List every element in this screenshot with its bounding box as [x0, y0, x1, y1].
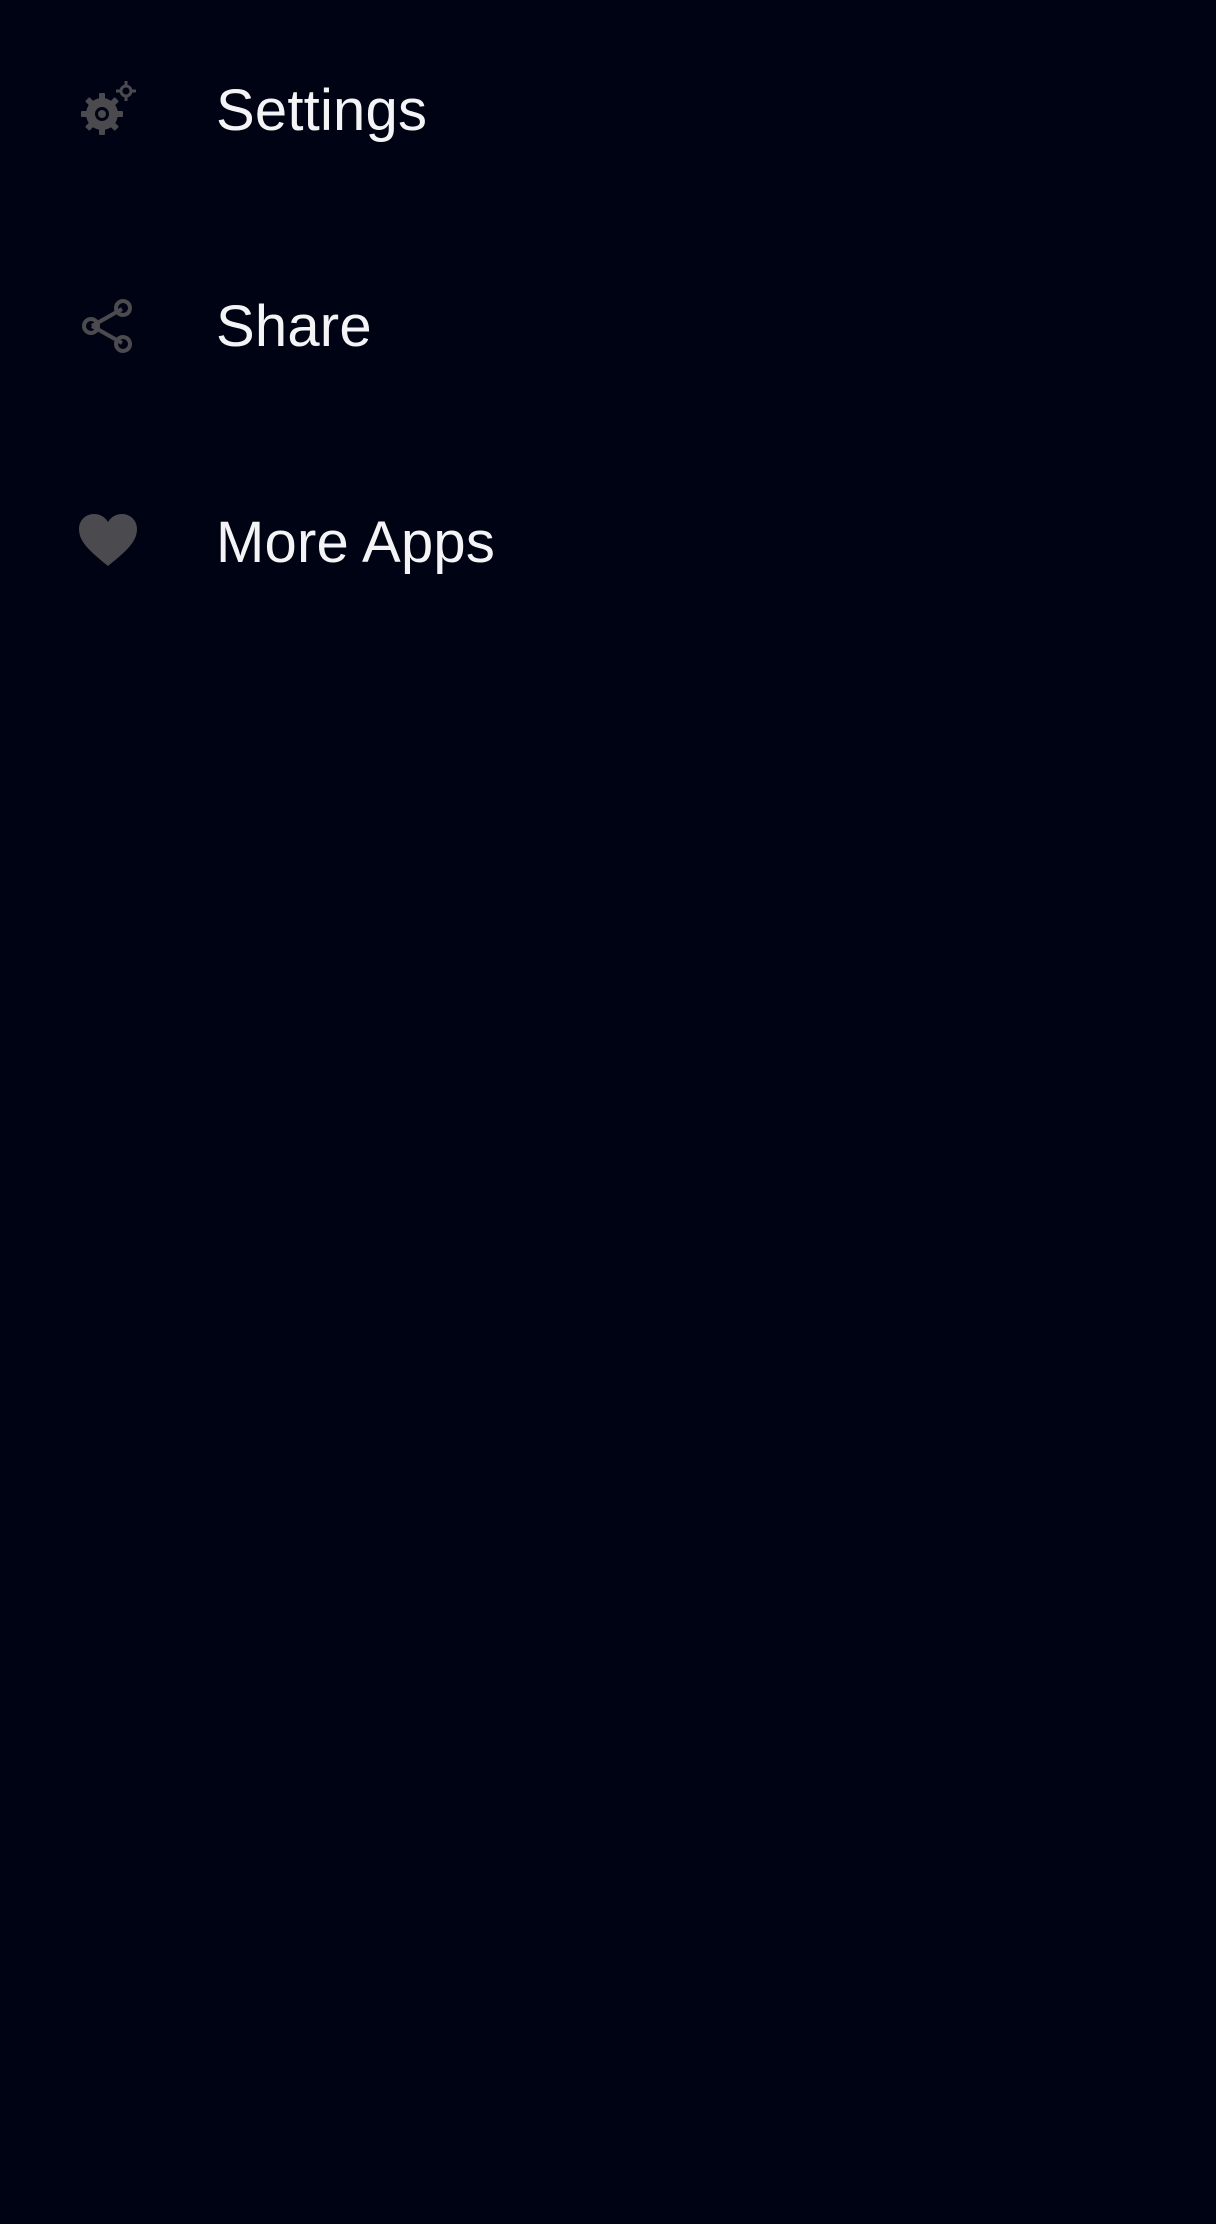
menu-item-more-apps[interactable]: More Apps — [0, 434, 1216, 650]
navigation-drawer: Settings Share More Apps — [0, 0, 1216, 2224]
menu-item-label: Settings — [216, 77, 428, 143]
heart-icon — [76, 510, 140, 574]
menu-item-settings[interactable]: Settings — [0, 2, 1216, 218]
menu-item-label: More Apps — [216, 509, 496, 575]
menu-item-share[interactable]: Share — [0, 218, 1216, 434]
settings-gears-icon — [76, 78, 140, 142]
share-icon — [76, 294, 140, 358]
menu-item-label: Share — [216, 293, 372, 359]
